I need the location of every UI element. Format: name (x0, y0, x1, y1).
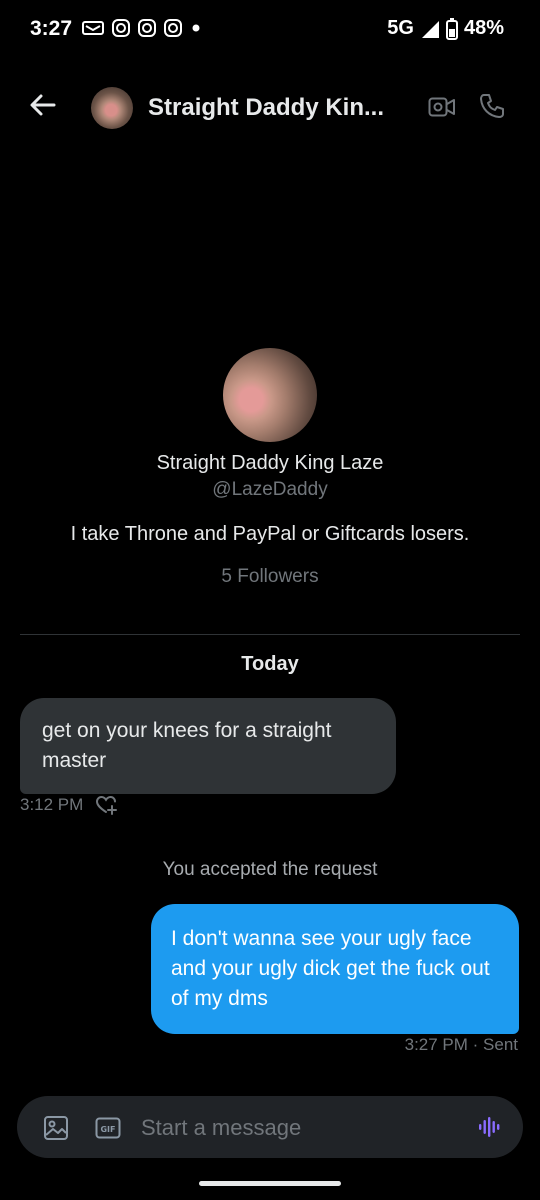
message-input[interactable] (139, 1110, 463, 1146)
divider (20, 634, 520, 635)
profile-followers[interactable]: 5 Followers (0, 566, 540, 588)
network-label: 5G (387, 17, 414, 39)
conversation-header: Straight Daddy Kin... (0, 70, 540, 146)
system-note: You accepted the request (162, 859, 378, 880)
incoming-message-time: 3:12 PM (20, 795, 84, 814)
voice-icon[interactable] (477, 1115, 501, 1139)
signal-icon (421, 20, 439, 38)
battery-label: 48% (463, 17, 504, 39)
video-call-icon[interactable] (428, 95, 456, 119)
outgoing-message[interactable]: I don't wanna see your ugly face and you… (151, 904, 519, 1034)
home-indicator[interactable] (199, 1181, 341, 1186)
incoming-message-meta: 3:12 PM (20, 795, 118, 815)
instagram-icon (138, 19, 156, 37)
status-bar: 3:27 5G 48% (0, 0, 540, 62)
back-arrow-icon[interactable] (28, 90, 58, 120)
profile-avatar[interactable] (223, 348, 317, 442)
conversation-title[interactable]: Straight Daddy Kin... (148, 94, 404, 122)
add-reaction-icon[interactable] (95, 795, 118, 815)
image-icon[interactable] (43, 1115, 69, 1141)
message-composer: GIF (17, 1096, 523, 1158)
outgoing-message-meta: 3:27 PM · Sent (404, 1035, 518, 1054)
incoming-message[interactable]: get on your knees for a straight master (20, 698, 396, 794)
phone-call-icon[interactable] (478, 92, 506, 120)
notification-icon (82, 21, 104, 35)
status-time: 3:27 (30, 17, 73, 40)
profile-handle[interactable]: @LazeDaddy (0, 479, 540, 501)
avatar[interactable] (91, 87, 133, 129)
notification-icons (82, 19, 202, 37)
profile-bio: I take Throne and PayPal or Giftcards lo… (70, 523, 470, 545)
profile-name[interactable]: Straight Daddy King Laze (0, 452, 540, 475)
date-separator: Today (241, 653, 299, 675)
dot-icon (192, 24, 200, 32)
instagram-icon (112, 19, 130, 37)
status-right: 5G 48% (387, 17, 504, 40)
instagram-icon (164, 19, 182, 37)
battery-icon (445, 17, 458, 40)
svg-text:GIF: GIF (100, 1125, 115, 1134)
gif-icon[interactable]: GIF (95, 1117, 121, 1139)
profile-card: Straight Daddy King Laze @LazeDaddy I ta… (0, 348, 540, 588)
